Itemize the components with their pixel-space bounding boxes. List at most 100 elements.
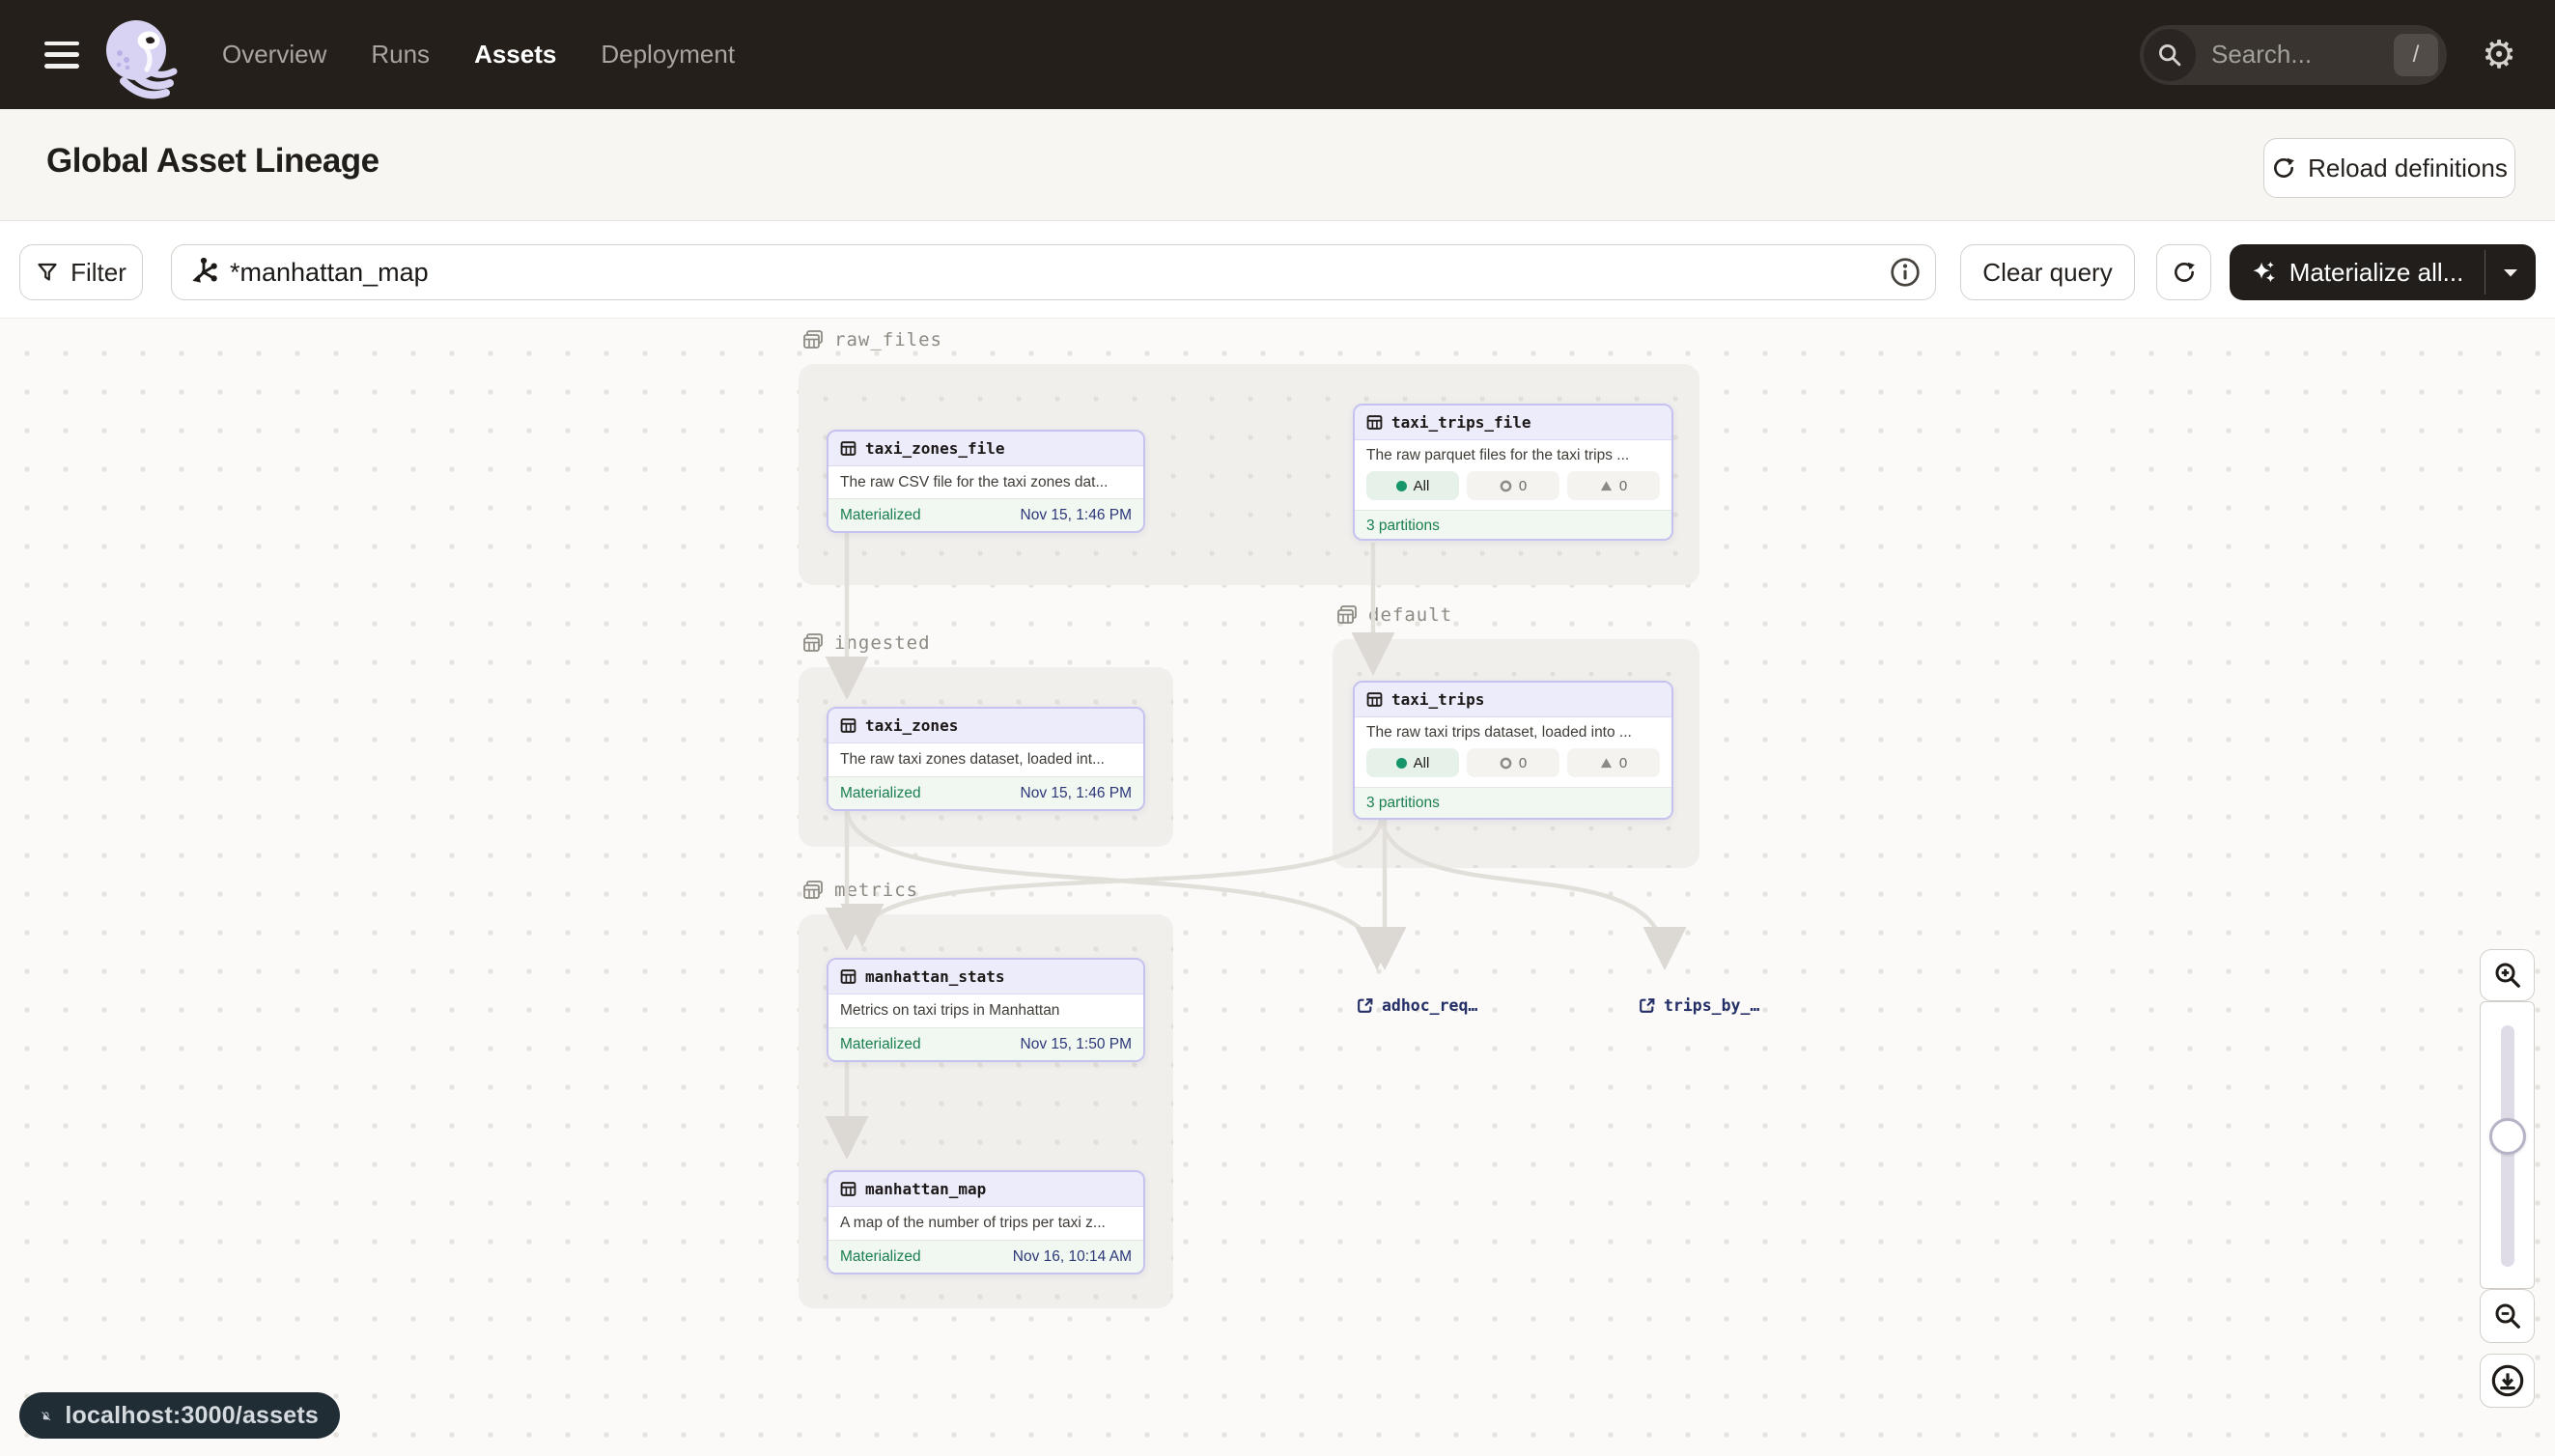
asset-node-taxi-zones[interactable]: taxi_zones The raw taxi zones dataset, l… [827,707,1145,811]
asset-status-row: Materialized Nov 15, 1:46 PM [828,776,1143,809]
recenter-download-button[interactable] [2480,1354,2535,1408]
clear-query-button[interactable]: Clear query [1960,244,2135,300]
partitions-all-label: All [1414,755,1430,771]
partitions-failed-badge[interactable]: 0 [1567,748,1660,777]
materialize-all-label: Materialize all... [2289,258,2464,288]
zoom-out-button[interactable] [2480,1289,2535,1343]
status-badge: Materialized [840,785,921,802]
settings-gear-icon[interactable]: ⚙ [2462,33,2536,77]
dagster-logo-icon[interactable] [100,14,178,106]
hamburger-menu-icon[interactable] [44,42,79,69]
asset-name: manhattan_map [865,1180,986,1198]
group-label-raw-files[interactable]: raw_files [801,328,942,351]
table-icon [840,717,856,734]
materialization-timestamp[interactable]: Nov 15, 1:50 PM [1021,1036,1132,1053]
partitions-summary[interactable]: 3 partitions [1366,795,1440,812]
circle-outline-icon [1500,757,1512,770]
browser-status-bubble: localhost:3000/assets [19,1392,340,1439]
nav-item-runs[interactable]: Runs [371,40,430,70]
asset-node-header: taxi_zones_file [828,432,1143,466]
external-link-icon [1638,996,1656,1015]
asset-name: adhoc_req… [1382,996,1477,1015]
zoom-in-button[interactable] [2480,949,2535,1001]
asset-node-header: taxi_trips_file [1355,406,1671,440]
zoom-in-icon [2493,961,2522,990]
query-info-icon[interactable] [1889,256,1922,289]
asset-node-manhattan-map[interactable]: manhattan_map A map of the number of tri… [827,1170,1145,1274]
asset-node-manhattan-stats[interactable]: manhattan_stats Metrics on taxi trips in… [827,958,1145,1062]
top-navbar: Overview Runs Assets Deployment Search..… [0,0,2555,109]
app-window: Overview Runs Assets Deployment Search..… [0,0,2555,1456]
search-icon [2144,29,2196,81]
asset-description: The raw taxi trips dataset, loaded into … [1355,717,1671,748]
primary-nav: Overview Runs Assets Deployment [222,40,735,70]
table-icon [1366,691,1383,708]
success-dot-icon [1396,481,1407,491]
asset-status-row: 3 partitions [1355,510,1671,541]
group-label-metrics[interactable]: metrics [801,879,918,902]
partitions-failed-badge[interactable]: 0 [1567,471,1660,500]
nav-item-assets[interactable]: Assets [474,40,556,70]
nav-item-deployment[interactable]: Deployment [601,40,735,70]
global-search-input[interactable]: Search... / [2140,25,2447,85]
circle-download-icon [2490,1363,2525,1398]
asset-node-header: manhattan_map [828,1172,1143,1207]
asset-name: taxi_zones [865,716,958,735]
asset-query-input[interactable] [230,258,1889,288]
page-title: Global Asset Lineage [46,142,379,181]
partitions-all-label: All [1414,478,1430,494]
materialize-all-main[interactable]: Materialize all... [2230,244,2485,300]
external-link-icon [1356,996,1374,1015]
partitions-missing-badge[interactable]: 0 [1467,748,1559,777]
materialize-dropdown-button[interactable] [2485,244,2536,300]
materialize-all-button[interactable]: Materialize all... [2230,244,2536,300]
asset-node-adhoc-request[interactable]: adhoc_req… [1356,996,1477,1015]
lock-slash-icon [41,1403,51,1429]
asset-node-trips-by-week[interactable]: trips_by_… [1638,996,1759,1015]
zoom-slider-handle[interactable] [2489,1118,2526,1155]
chevron-down-icon [2503,268,2518,277]
status-badge: Materialized [840,1248,921,1266]
partitions-missing-count: 0 [1519,755,1527,771]
materialization-timestamp[interactable]: Nov 16, 10:14 AM [1013,1248,1132,1266]
asset-description: The raw CSV file for the taxi zones dat.… [828,466,1143,498]
asset-node-header: manhattan_stats [828,960,1143,994]
success-dot-icon [1396,758,1407,769]
group-table-icon [801,879,825,902]
asset-node-taxi-trips[interactable]: taxi_trips The raw taxi trips dataset, l… [1353,681,1673,820]
group-table-icon [801,631,825,655]
page-header: Global Asset Lineage Reload definitions [0,109,2555,220]
search-placeholder: Search... [2211,40,2394,70]
group-label-ingested[interactable]: ingested [801,631,931,655]
materialization-timestamp[interactable]: Nov 15, 1:46 PM [1021,507,1132,524]
group-name-raw-files: raw_files [834,329,942,350]
asset-node-taxi-trips-file[interactable]: taxi_trips_file The raw parquet files fo… [1353,404,1673,541]
materialization-timestamp[interactable]: Nov 15, 1:46 PM [1021,785,1132,802]
table-icon [840,1181,856,1197]
nav-item-overview[interactable]: Overview [222,40,326,70]
zoom-out-icon [2493,1302,2522,1330]
group-label-default[interactable]: default [1335,603,1452,627]
asset-status-row: Materialized Nov 16, 10:14 AM [828,1240,1143,1273]
asset-description: A map of the number of trips per taxi z.… [828,1207,1143,1240]
filter-button[interactable]: Filter [19,244,143,300]
filter-button-label: Filter [70,258,126,288]
triangle-icon [1600,480,1613,492]
refresh-graph-button[interactable] [2156,244,2211,300]
reload-definitions-label: Reload definitions [2308,154,2508,183]
asset-description: Metrics on taxi trips in Manhattan [828,994,1143,1027]
partitions-all-badge[interactable]: All [1366,471,1459,500]
asset-status-row: Materialized Nov 15, 1:46 PM [828,498,1143,531]
partitions-missing-badge[interactable]: 0 [1467,471,1559,500]
refresh-icon [2172,260,2197,285]
asset-name: taxi_trips [1391,690,1484,709]
reload-definitions-button[interactable]: Reload definitions [2263,138,2515,198]
asset-node-taxi-zones-file[interactable]: taxi_zones_file The raw CSV file for the… [827,430,1145,533]
partitions-summary[interactable]: 3 partitions [1366,518,1440,535]
status-url-text: localhost:3000/assets [65,1402,319,1430]
asset-node-header: taxi_zones [828,709,1143,743]
table-icon [1366,414,1383,431]
partitions-all-badge[interactable]: All [1366,748,1459,777]
group-table-icon [1335,603,1359,627]
status-badge: Materialized [840,1036,921,1053]
